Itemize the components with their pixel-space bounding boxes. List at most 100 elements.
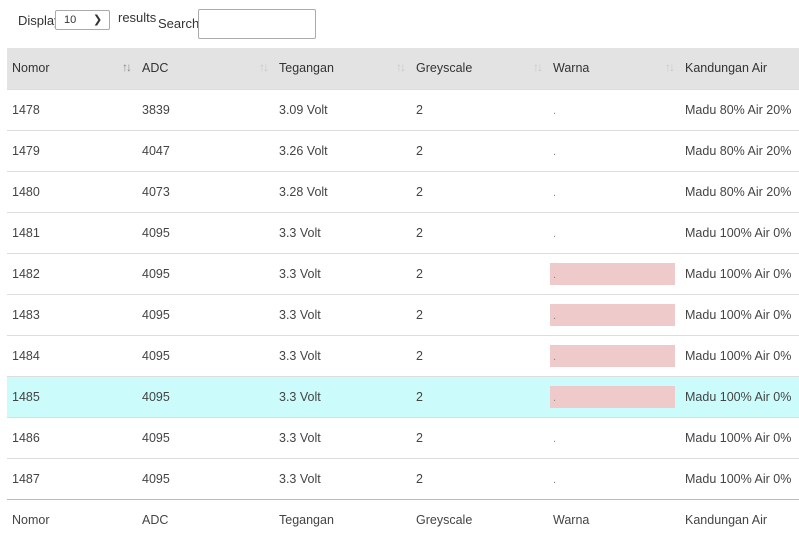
cell-greyscale: 2	[411, 170, 548, 212]
table-header-row: Nomor ↑↓ ADC ↑↓ Tegangan ↑↓ Greyscale ↑↓…	[7, 48, 799, 89]
column-header-greyscale[interactable]: Greyscale ↑↓	[411, 48, 548, 89]
footer-greyscale: Greyscale	[411, 498, 548, 540]
column-header-label: Nomor	[12, 61, 50, 76]
cell-adc: 3839	[137, 88, 274, 130]
column-header-label: Warna	[553, 61, 590, 76]
warna-value: .	[553, 432, 557, 445]
table-row[interactable]: 1480 4073 3.28 Volt 2. Madu 80% Air 20%	[7, 170, 799, 212]
cell-greyscale: 2	[411, 334, 548, 376]
cell-tegangan: 3.28 Volt	[274, 170, 411, 212]
cell-warna: .	[548, 375, 680, 417]
cell-warna: .	[548, 252, 680, 294]
cell-kandungan-air: Madu 100% Air 0%	[680, 457, 799, 499]
warna-value: .	[553, 227, 557, 240]
cell-tegangan: 3.3 Volt	[274, 416, 411, 458]
cell-kandungan-air: Madu 100% Air 0%	[680, 375, 799, 417]
table-controls: Display 10 ❯ results Search:	[0, 0, 799, 48]
search-label: Search:	[158, 16, 203, 31]
cell-tegangan: 3.3 Volt	[274, 375, 411, 417]
sort-ascending-icon: ↑↓	[122, 60, 132, 74]
cell-nomor: 1478	[7, 88, 137, 130]
cell-greyscale: 2	[411, 211, 548, 253]
cell-kandungan-air: Madu 100% Air 0%	[680, 416, 799, 458]
cell-adc: 4095	[137, 252, 274, 294]
cell-nomor: 1482	[7, 252, 137, 294]
sort-icon: ↑↓	[665, 60, 675, 74]
cell-tegangan: 3.3 Volt	[274, 457, 411, 499]
cell-tegangan: 3.26 Volt	[274, 129, 411, 171]
table-row[interactable]: 1487 4095 3.3 Volt 2. Madu 100% Air 0%	[7, 457, 799, 499]
cell-warna: .	[548, 416, 680, 458]
cell-adc: 4095	[137, 211, 274, 253]
cell-kandungan-air: Madu 80% Air 20%	[680, 170, 799, 212]
table-row[interactable]: 1485 4095 3.3 Volt 2. Madu 100% Air 0%	[7, 375, 799, 417]
warna-value: .	[553, 186, 557, 199]
cell-warna: .	[548, 129, 680, 171]
cell-adc: 4047	[137, 129, 274, 171]
cell-greyscale: 2	[411, 375, 548, 417]
column-header-label: Kandungan Air	[685, 61, 768, 76]
cell-adc: 4095	[137, 293, 274, 335]
cell-tegangan: 3.3 Volt	[274, 252, 411, 294]
column-header-kandungan-air[interactable]: Kandungan Air	[680, 48, 799, 89]
column-header-label: ADC	[142, 61, 169, 76]
cell-kandungan-air: Madu 100% Air 0%	[680, 252, 799, 294]
table-row[interactable]: 1479 4047 3.26 Volt 2. Madu 80% Air 20%	[7, 129, 799, 171]
column-header-adc[interactable]: ADC ↑↓	[137, 48, 274, 89]
cell-warna: .	[548, 334, 680, 376]
cell-adc: 4095	[137, 457, 274, 499]
cell-warna: .	[548, 170, 680, 212]
cell-kandungan-air: Madu 80% Air 20%	[680, 129, 799, 171]
footer-warna: Warna	[548, 498, 680, 540]
sort-icon: ↑↓	[396, 60, 406, 74]
cell-greyscale: 2	[411, 457, 548, 499]
cell-tegangan: 3.3 Volt	[274, 293, 411, 335]
cell-adc: 4095	[137, 416, 274, 458]
footer-adc: ADC	[137, 498, 274, 540]
table-row[interactable]: 1478 3839 3.09 Volt 2. Madu 80% Air 20%	[7, 88, 799, 130]
column-header-nomor[interactable]: Nomor ↑↓	[7, 48, 137, 89]
cell-kandungan-air: Madu 100% Air 0%	[680, 293, 799, 335]
page-length-select[interactable]: 10 ❯	[55, 10, 110, 30]
column-header-label: Greyscale	[416, 61, 473, 76]
table-row[interactable]: 1483 4095 3.3 Volt 2. Madu 100% Air 0%	[7, 293, 799, 335]
cell-nomor: 1480	[7, 170, 137, 212]
table-row[interactable]: 1486 4095 3.3 Volt 2. Madu 100% Air 0%	[7, 416, 799, 458]
results-label: results	[118, 10, 157, 25]
cell-nomor: 1485	[7, 375, 137, 417]
table-footer-row: Nomor ADC Tegangan Greyscale Warna Kandu…	[7, 498, 799, 540]
warna-value: .	[553, 268, 557, 281]
table-row[interactable]: 1482 4095 3.3 Volt 2. Madu 100% Air 0%	[7, 252, 799, 294]
color-swatch	[550, 262, 675, 285]
cell-tegangan: 3.09 Volt	[274, 88, 411, 130]
footer-kandungan-air: Kandungan Air	[680, 498, 799, 540]
cell-warna: .	[548, 457, 680, 499]
cell-warna: .	[548, 211, 680, 253]
warna-value: .	[553, 350, 557, 363]
cell-greyscale: 2	[411, 293, 548, 335]
column-header-warna[interactable]: Warna ↑↓	[548, 48, 680, 89]
column-header-label: Tegangan	[279, 61, 334, 76]
cell-nomor: 1486	[7, 416, 137, 458]
cell-kandungan-air: Madu 80% Air 20%	[680, 88, 799, 130]
cell-nomor: 1487	[7, 457, 137, 499]
color-swatch	[550, 344, 675, 367]
warna-value: .	[553, 145, 557, 158]
cell-greyscale: 2	[411, 88, 548, 130]
table-row[interactable]: 1484 4095 3.3 Volt 2. Madu 100% Air 0%	[7, 334, 799, 376]
cell-greyscale: 2	[411, 252, 548, 294]
cell-tegangan: 3.3 Volt	[274, 334, 411, 376]
cell-greyscale: 2	[411, 416, 548, 458]
cell-nomor: 1481	[7, 211, 137, 253]
table-row[interactable]: 1481 4095 3.3 Volt 2. Madu 100% Air 0%	[7, 211, 799, 253]
cell-nomor: 1483	[7, 293, 137, 335]
warna-value: .	[553, 309, 557, 322]
column-header-tegangan[interactable]: Tegangan ↑↓	[274, 48, 411, 89]
cell-nomor: 1484	[7, 334, 137, 376]
warna-value: .	[553, 104, 557, 117]
cell-warna: .	[548, 293, 680, 335]
cell-warna: .	[548, 88, 680, 130]
cell-adc: 4095	[137, 334, 274, 376]
search-input[interactable]	[198, 9, 316, 39]
page-length-value: 10	[64, 14, 77, 26]
